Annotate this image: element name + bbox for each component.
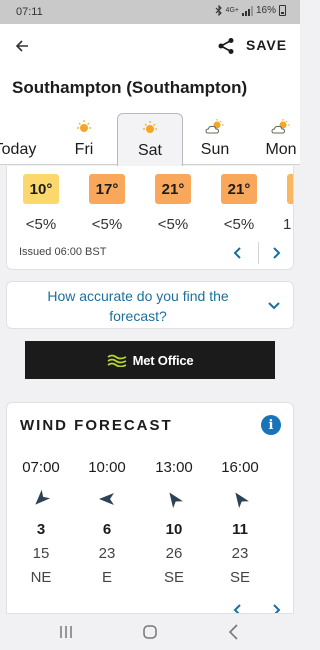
location-header: Southampton (Southampton) <box>0 68 300 113</box>
chevron-left-icon <box>233 604 241 613</box>
nav-divider <box>258 242 259 264</box>
accuracy-question: How accurate do you find the forecast? <box>47 288 229 324</box>
arrow-left-icon <box>15 40 28 52</box>
app-bar: SAVE <box>0 24 300 68</box>
precip-chance: <5% <box>91 216 123 233</box>
wind-gust: 23 <box>231 545 249 562</box>
info-icon[interactable]: i <box>261 415 281 435</box>
wind-forecast-card: WIND FORECAST i 07:00 3 15 NE 10:00 6 23… <box>6 402 294 614</box>
prev-button[interactable] <box>227 242 249 264</box>
day-tabs: Today Fri Sat Sun Mon <box>0 113 300 166</box>
signal-icon <box>241 5 253 16</box>
temperature-badge: 21° <box>155 174 191 204</box>
back-nav-icon[interactable] <box>224 622 244 642</box>
tab-sun[interactable]: Sun <box>182 113 248 165</box>
wind-direction: NE <box>30 569 52 586</box>
wind-gust: 23 <box>98 545 116 562</box>
next-button[interactable] <box>265 242 287 264</box>
bluetooth-icon <box>215 5 222 16</box>
tab-label: Mon <box>265 141 297 158</box>
wind-speed: 10 <box>165 521 183 538</box>
precip-chance: <5% <box>223 216 255 233</box>
status-bar: 07:11 4G+ 16% <box>0 0 300 24</box>
met-office-brand: Met Office <box>132 352 194 368</box>
location-title: Southampton (Southampton) <box>12 78 248 97</box>
forecast-accuracy-feedback[interactable]: How accurate do you find the forecast? <box>6 281 294 329</box>
wind-time: 16:00 <box>221 459 259 476</box>
share-button[interactable] <box>214 34 238 58</box>
precip-chance: <5% <box>157 216 189 233</box>
wind-time: 10:00 <box>88 459 126 476</box>
wind-next-button[interactable] <box>265 599 287 613</box>
wind-direction: E <box>101 569 112 586</box>
back-button[interactable] <box>10 34 34 58</box>
tab-today[interactable]: Today <box>0 113 48 165</box>
wind-direction-arrow-icon <box>169 492 183 509</box>
tab-fri[interactable]: Fri <box>51 113 117 165</box>
issued-time: Issued 06:00 BST <box>19 246 107 258</box>
wind-direction: SE <box>229 569 250 586</box>
chevron-left-icon <box>233 247 241 259</box>
temperature-badge: 17° <box>89 174 125 204</box>
home-icon[interactable] <box>140 622 160 642</box>
wind-prev-button[interactable] <box>227 599 249 613</box>
share-icon <box>218 38 234 54</box>
wind-speed: 11 <box>232 521 248 538</box>
wind-direction-arrow-icon <box>99 493 114 505</box>
save-button[interactable]: SAVE <box>246 37 287 53</box>
precip-chance: <5% <box>25 216 57 233</box>
tab-sat[interactable]: Sat <box>117 113 183 166</box>
tab-label: Fri <box>74 141 94 158</box>
tab-label: Sun <box>200 141 230 158</box>
wind-direction-arrow-icon <box>235 492 249 509</box>
sun-cloud-icon <box>205 119 224 134</box>
status-icons: 4G+ 16% <box>215 5 286 16</box>
status-time: 07:11 <box>16 6 43 18</box>
chevron-right-icon <box>273 247 281 259</box>
wind-direction: SE <box>163 569 184 586</box>
battery-level: 16% <box>255 5 276 16</box>
temperature-badge: 21° <box>221 174 257 204</box>
recent-apps-icon[interactable] <box>56 622 76 642</box>
chevron-down-icon <box>268 302 280 310</box>
tab-mon[interactable]: Mon <box>248 113 314 165</box>
wind-time: 07:00 <box>22 459 60 476</box>
tab-label: Sat <box>137 142 162 159</box>
wind-direction-arrow-icon <box>35 489 51 505</box>
wind-forecast-title: WIND FORECAST <box>20 417 173 434</box>
network-label: 4G+ <box>225 7 239 14</box>
wind-speed: 3 <box>36 521 46 538</box>
wind-speed: 6 <box>102 521 112 538</box>
temperature-badge: 10° <box>23 174 59 204</box>
met-office-logo-icon <box>107 354 126 367</box>
battery-icon <box>279 5 286 16</box>
sun-icon <box>143 121 157 133</box>
sun-cloud-icon <box>271 119 290 134</box>
wind-time: 13:00 <box>155 459 193 476</box>
tab-label: Today <box>0 141 37 158</box>
sun-icon <box>77 120 91 132</box>
system-navigation-bar <box>0 614 300 650</box>
precip-chance-partial: 1 <box>283 216 292 233</box>
met-office-banner[interactable]: Met Office <box>25 341 275 379</box>
temperature-badge-partial <box>287 174 293 204</box>
hourly-forecast-card: 10° 17° 21° 21° <5% <5% <5% <5% 1 Issued… <box>6 166 294 270</box>
wind-gust: 26 <box>165 545 183 562</box>
chevron-right-icon <box>273 604 281 613</box>
wind-gust: 15 <box>32 545 50 562</box>
